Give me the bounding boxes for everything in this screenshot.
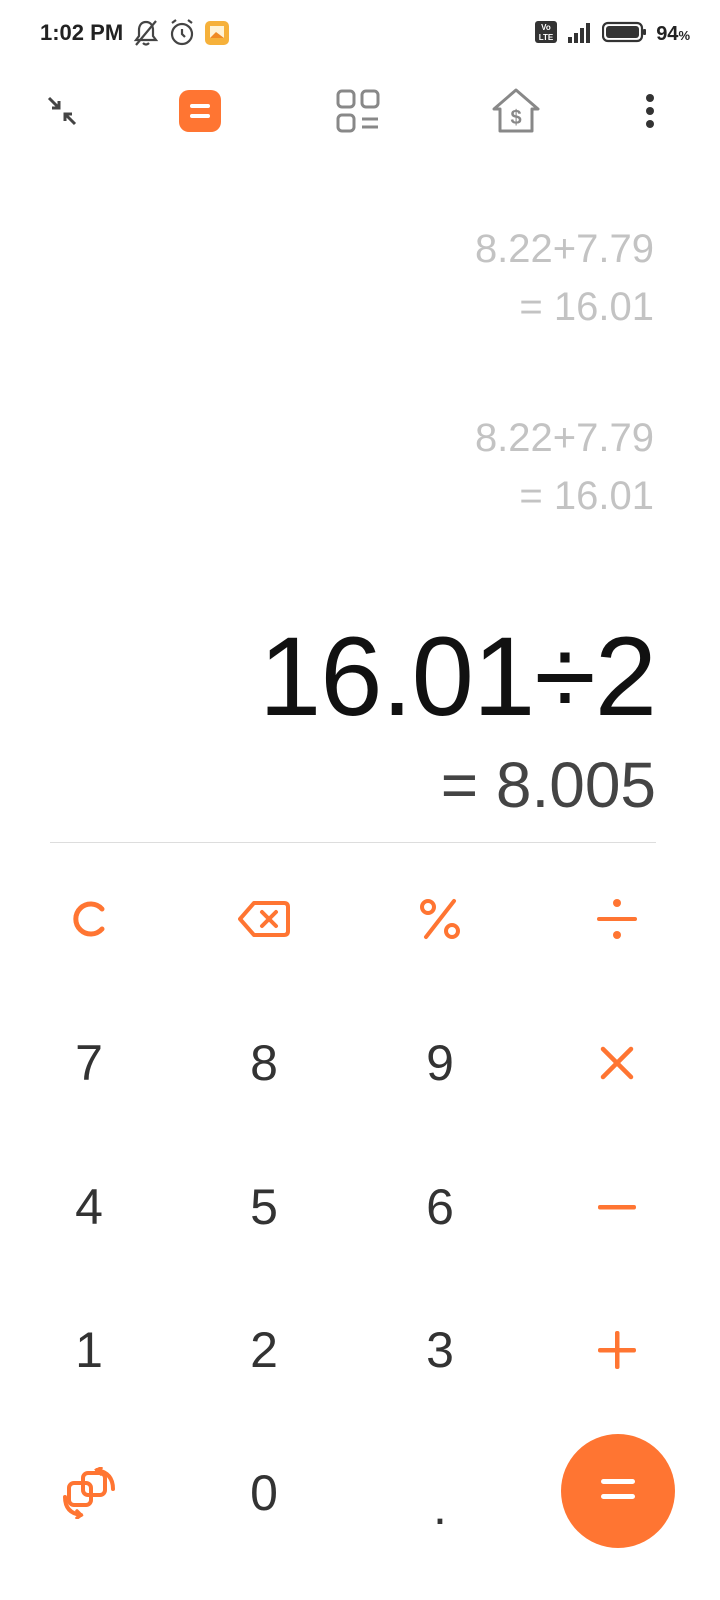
current-expression[interactable]: 16.01÷2 <box>259 612 657 741</box>
gallery-app-icon <box>204 20 230 51</box>
collapse-icon <box>45 94 79 133</box>
backspace-icon <box>238 899 290 939</box>
converter-tab[interactable] <box>330 85 386 141</box>
digit-1-button[interactable]: 1 <box>19 1295 159 1405</box>
calculator-tab[interactable] <box>172 85 228 141</box>
status-icons-left <box>132 18 230 53</box>
decimal-point-button[interactable]: . <box>370 1452 510 1562</box>
mode-switch-button[interactable] <box>19 1438 159 1548</box>
history-expression: 8.22+7.79 <box>474 227 654 271</box>
percent-button[interactable] <box>370 864 510 974</box>
percent-icon <box>418 897 462 941</box>
converter-tab-icon <box>336 89 380 138</box>
battery-percent: 94% <box>656 23 690 46</box>
add-button[interactable] <box>547 1295 687 1405</box>
volte-vo: Vo <box>541 23 551 32</box>
history-result: = 16.01 <box>519 285 654 329</box>
display-divider <box>50 842 656 843</box>
divide-button[interactable] <box>547 864 687 974</box>
status-bar: 1:02 PM Vo LTE 94% <box>0 0 720 70</box>
clear-icon <box>69 899 109 939</box>
alarm-clock-icon <box>168 18 196 53</box>
more-options-icon <box>644 93 656 134</box>
mortgage-tab[interactable]: $ <box>488 85 544 141</box>
more-options-button[interactable] <box>622 85 678 141</box>
equals-button[interactable] <box>561 1434 675 1548</box>
digit-9-button[interactable]: 9 <box>370 1008 510 1118</box>
digit-0-button[interactable]: 0 <box>194 1438 334 1548</box>
digit-5-button[interactable]: 5 <box>194 1152 334 1262</box>
volte-icon: Vo LTE <box>534 20 558 49</box>
history-expression: 8.22+7.79 <box>474 416 654 460</box>
history-entry[interactable]: 8.22+7.79 = 16.01 <box>475 220 654 336</box>
digit-8-button[interactable]: 8 <box>194 1008 334 1118</box>
digit-7-button[interactable]: 7 <box>19 1008 159 1118</box>
backspace-button[interactable] <box>194 864 334 974</box>
minus-icon <box>597 1203 637 1211</box>
digit-6-button[interactable]: 6 <box>370 1152 510 1262</box>
multiply-icon <box>599 1045 635 1081</box>
status-time: 1:02 PM <box>40 20 124 45</box>
divide-icon <box>595 897 639 941</box>
plus-icon <box>597 1330 637 1370</box>
collapse-button[interactable] <box>34 85 90 141</box>
bell-off-icon <box>132 18 160 53</box>
mortgage-tab-icon: $ <box>490 87 542 140</box>
top-toolbar: $ <box>0 75 720 150</box>
swap-mode-icon <box>61 1467 117 1519</box>
digit-3-button[interactable]: 3 <box>370 1295 510 1405</box>
signal-icon <box>566 20 594 49</box>
calculator-tab-icon <box>178 89 222 138</box>
subtract-button[interactable] <box>547 1152 687 1262</box>
mortgage-dollar-sign: $ <box>510 107 521 129</box>
current-result: = 8.005 <box>440 749 656 821</box>
status-icons-right: Vo LTE 94% <box>534 20 690 49</box>
volte-lte: LTE <box>539 33 554 42</box>
clear-button[interactable] <box>19 864 159 974</box>
digit-2-button[interactable]: 2 <box>194 1295 334 1405</box>
equals-icon <box>600 1475 636 1508</box>
multiply-button[interactable] <box>547 1008 687 1118</box>
battery-percent-unit: % <box>678 28 690 43</box>
battery-percent-value: 94 <box>656 23 679 45</box>
history-result: = 16.01 <box>519 474 654 518</box>
digit-4-button[interactable]: 4 <box>19 1152 159 1262</box>
history-entry[interactable]: 8.22+7.79 = 16.01 <box>475 409 654 525</box>
battery-icon <box>602 20 648 49</box>
